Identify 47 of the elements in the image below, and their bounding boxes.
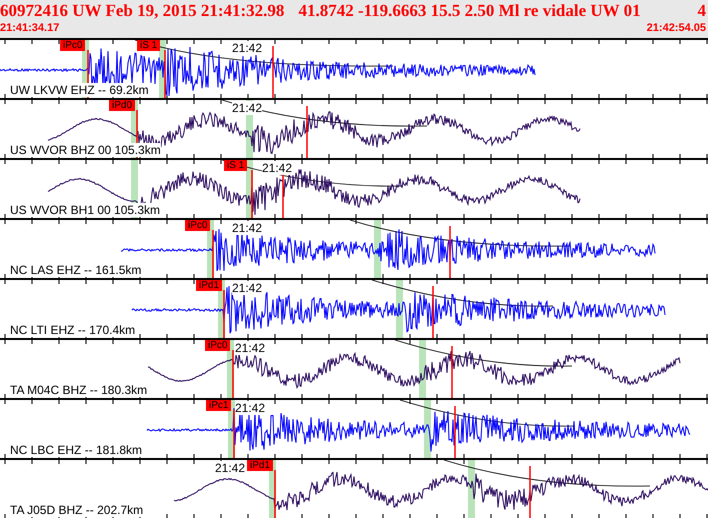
channel-label: NC LTI EHZ -- 170.4km — [10, 323, 136, 337]
pick-line — [529, 466, 531, 518]
phase-pick-tag[interactable]: iPc0 — [60, 40, 86, 51]
pick-line — [449, 226, 451, 278]
phase-window-marker — [424, 400, 431, 458]
phase-pick-tag[interactable]: iPd1 — [196, 280, 222, 291]
time-label: 21:42 — [215, 461, 246, 475]
channel-label: US WVOR BHZ 00 105.3km — [10, 143, 161, 157]
pick-line — [251, 170, 253, 218]
channel-label: US WVOR BH1 00 105.3km — [10, 203, 160, 217]
phase-pick-tag[interactable]: iPc0 — [205, 340, 230, 351]
pick-line — [232, 350, 234, 398]
time-label: 21:42 — [232, 101, 262, 115]
channel-label: NC LBC EHZ -- 181.8km — [10, 443, 142, 457]
phase-pick-tag[interactable]: iS 1 — [224, 160, 248, 171]
phase-pick-tag[interactable]: iPd1 — [247, 460, 274, 471]
pick-line — [274, 470, 276, 518]
phase-window-marker — [468, 460, 475, 518]
phase-pick-tag[interactable]: iPc0 — [185, 220, 210, 231]
phase-pick-tag[interactable]: iS 1 — [137, 40, 160, 51]
time-label: 21:42 — [262, 161, 292, 175]
event-title: 60972416 UW Feb 19, 2015 21:41:32.98 — [0, 0, 284, 22]
end-time: 21:42:54.05 — [646, 22, 706, 35]
start-time: 21:41:34.17 — [0, 22, 60, 35]
pick-line — [164, 50, 166, 98]
channel-label: TA M04C BHZ -- 180.3km — [10, 383, 148, 397]
time-label: 21:42 — [232, 41, 262, 55]
phase-pick-tag[interactable]: iPd0 — [109, 100, 136, 111]
pick-line — [454, 406, 456, 458]
time-label: 21:42 — [235, 341, 266, 355]
channel-label: TA J05D BHZ -- 202.7km — [10, 503, 144, 517]
time-label: 21:42 — [235, 401, 266, 415]
channel-label: UW LKVW EHZ -- 69.2km — [10, 83, 149, 97]
phase-window-marker — [419, 340, 426, 398]
event-origin: 41.8742 -119.6663 15.5 2.50 Ml re vidale UW 01 — [298, 0, 641, 22]
pick-line — [451, 346, 453, 398]
pick-line — [306, 106, 308, 158]
pick-line — [272, 46, 274, 98]
pick-line — [432, 286, 434, 338]
pick-line — [212, 230, 214, 278]
pick-line — [233, 410, 235, 458]
time-label: 21:42 — [232, 281, 262, 295]
pick-line — [223, 290, 225, 338]
phase-pick-tag[interactable]: iPc1 — [206, 400, 232, 411]
channel-label: NC LAS EHZ -- 161.5km — [10, 263, 142, 277]
event-count: 4 — [698, 0, 706, 22]
time-label: 21:42 — [232, 221, 262, 235]
